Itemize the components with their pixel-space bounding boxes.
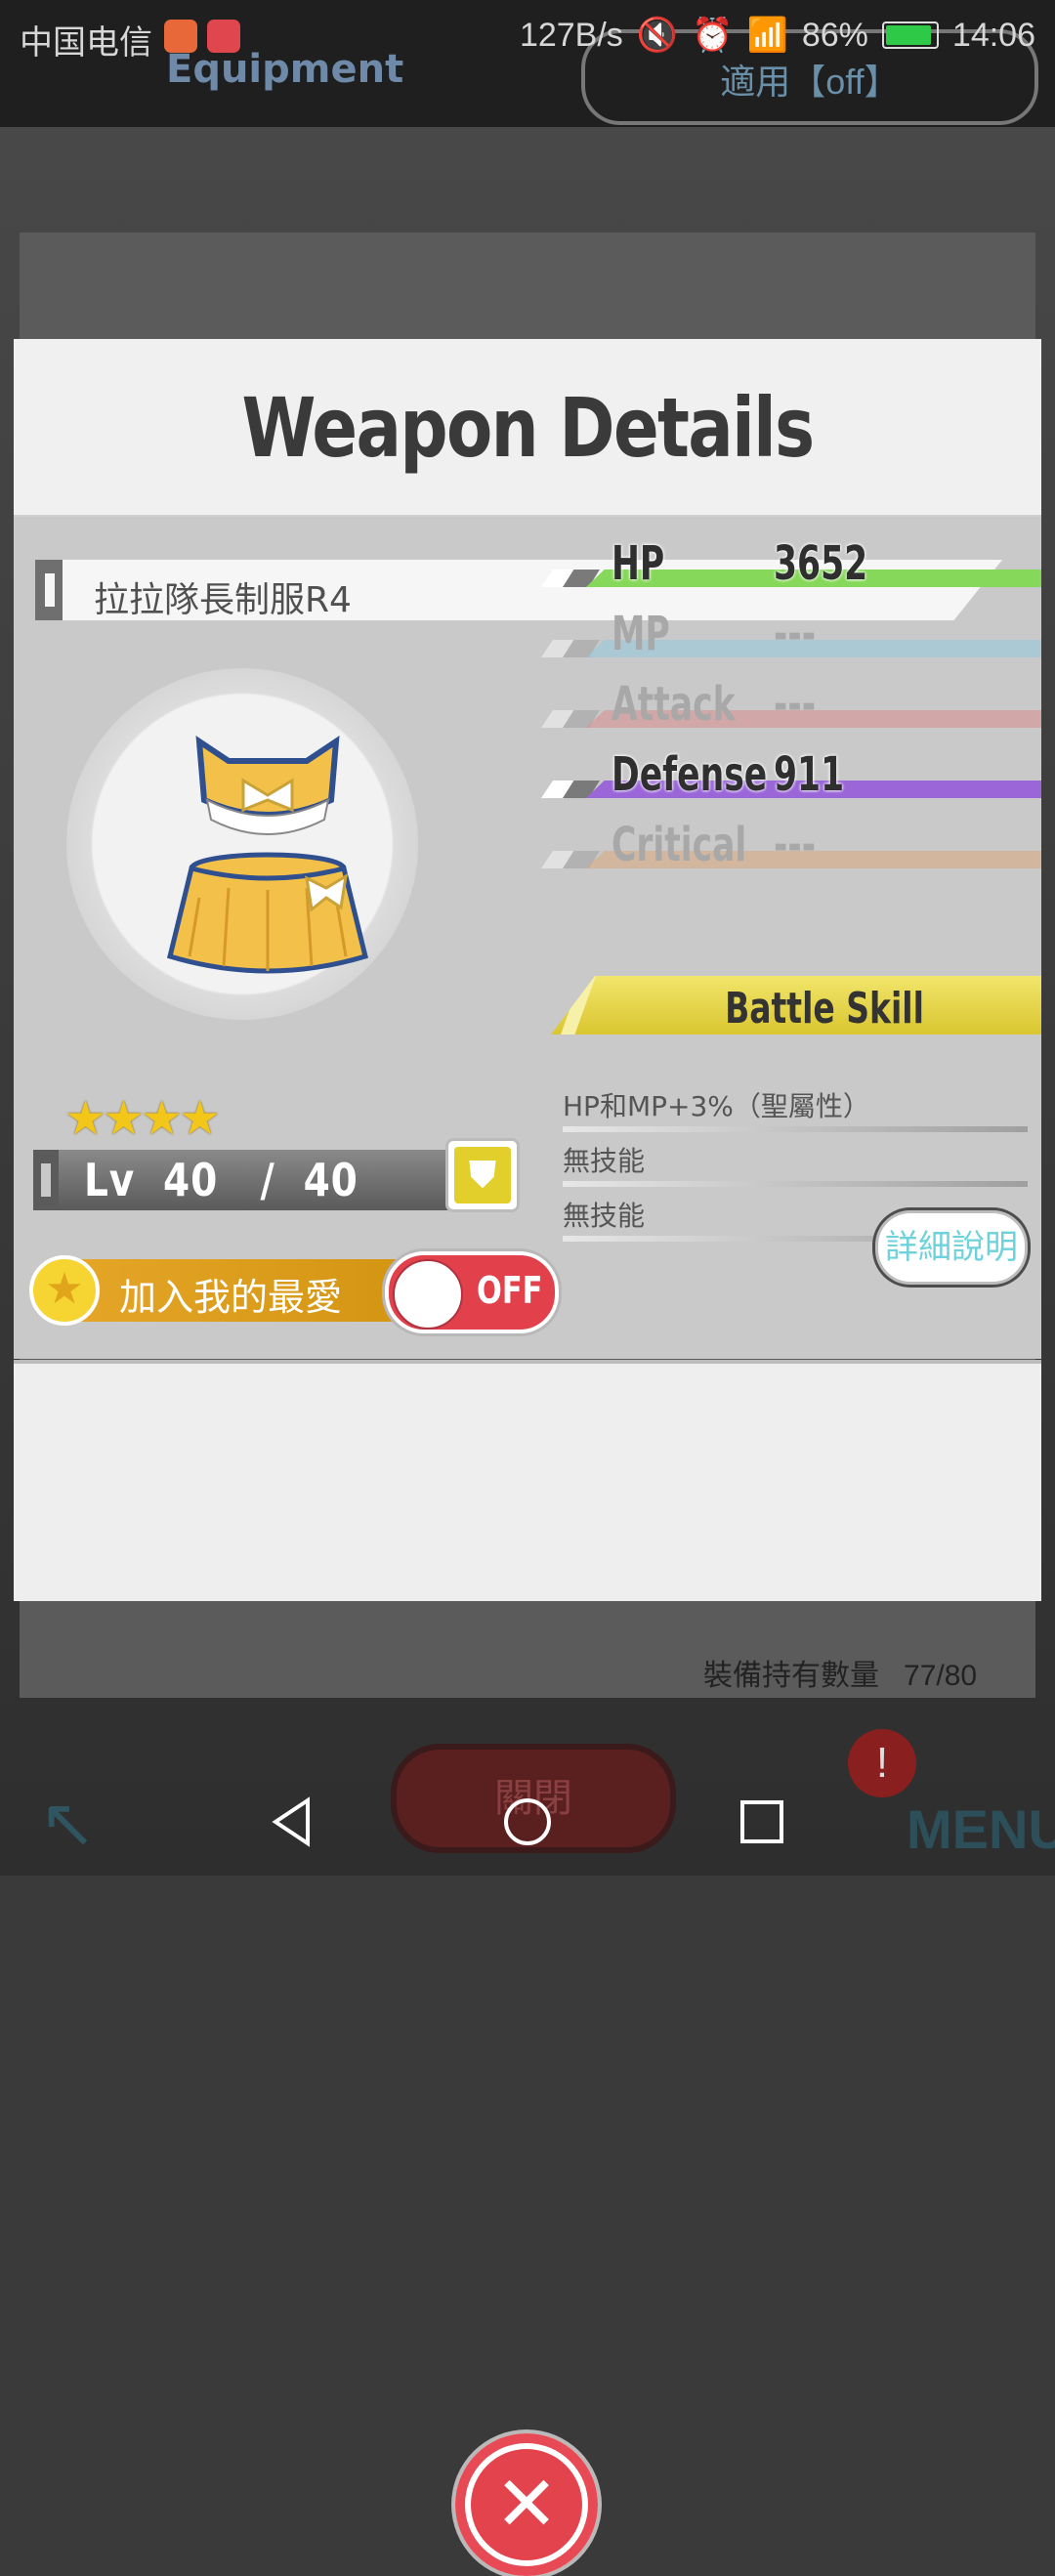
stat-row-attack: Attack ---: [541, 675, 1041, 738]
stat-label: Defense: [612, 747, 768, 802]
equipment-count-label: 裝備持有數量: [703, 1660, 879, 1692]
weapon-details-dialog: Weapon Details 拉拉隊長制服R4 ★★★★ Lv 40 / 40 …: [14, 339, 1041, 2576]
status-right: 127B/s 🔇 ⏰ 📶 86% 14:06: [520, 16, 1035, 55]
back-icon[interactable]: [239, 1768, 347, 1876]
stat-value: 3652: [774, 536, 868, 591]
home-icon[interactable]: [474, 1768, 581, 1876]
clock: 14:06: [951, 16, 1035, 54]
stat-label: HP: [612, 536, 665, 591]
favorite-toggle[interactable]: OFF: [385, 1251, 559, 1333]
notification-icon: [164, 20, 197, 53]
level-prefix: Lv: [84, 1154, 136, 1206]
mail-icon: [207, 20, 240, 53]
dialog-footer: ✕: [14, 1360, 1041, 2576]
level-text: Lv 40 / 40: [84, 1150, 359, 1210]
stat-row-defense: Defense 911: [541, 745, 1041, 808]
mute-icon: 🔇: [636, 17, 679, 54]
stat-row-mp: MP ---: [541, 605, 1041, 667]
alarm-icon: ⏰: [692, 17, 734, 54]
armor-type-button[interactable]: ⛊: [445, 1138, 520, 1212]
skill-header-stripe: [561, 976, 596, 1035]
dialog-body: 拉拉隊長制服R4 ★★★★ Lv 40 / 40 ⛊ ★ 加入我的最愛 OFF …: [14, 517, 1041, 1359]
net-speed: 127B/s: [519, 16, 623, 54]
stat-value: ---: [774, 677, 817, 732]
stat-value: ---: [774, 818, 817, 872]
stat-label: Critical: [612, 818, 747, 872]
level-bar-tab: [33, 1150, 59, 1210]
favorite-star-icon: ★: [29, 1255, 100, 1326]
details-button[interactable]: 詳細說明: [875, 1210, 1028, 1285]
skill-text: HP和MP+3%（聖屬性）: [563, 1090, 870, 1122]
skill-text: 無技能: [563, 1200, 646, 1232]
stat-value: 911: [774, 747, 845, 802]
star-icon: ★: [103, 1093, 145, 1145]
equipment-count-value: 77/80: [904, 1660, 978, 1692]
toggle-state: OFF: [477, 1269, 543, 1312]
skill-line: HP和MP+3%（聖屬性）: [563, 1085, 1030, 1132]
star-icon: ★: [141, 1093, 183, 1145]
skill-text: 無技能: [563, 1145, 646, 1177]
name-bar-tab: [35, 560, 63, 620]
status-bar: 中国电信 127B/s 🔇 ⏰ 📶 86% 14:06: [0, 0, 1055, 73]
dialog-title: Weapon Details: [241, 380, 816, 476]
level-separator: /: [260, 1154, 275, 1206]
battery-icon: [881, 21, 939, 49]
level-max: 40: [303, 1154, 359, 1206]
stat-label: MP: [612, 607, 670, 661]
stat-row-critical: Critical ---: [541, 816, 1041, 878]
stat-label: Attack: [612, 677, 736, 732]
rarity-stars: ★★★★: [64, 1091, 221, 1146]
toggle-knob: [393, 1259, 463, 1330]
wifi-icon: 📶: [746, 17, 788, 54]
star-icon: ★: [64, 1093, 106, 1145]
level-current: 40: [163, 1154, 219, 1206]
cheer-uniform-icon: [167, 736, 368, 974]
star-icon: ★: [179, 1093, 221, 1145]
stat-value: ---: [774, 607, 817, 661]
recents-icon[interactable]: [708, 1768, 816, 1876]
item-name: 拉拉隊長制服R4: [94, 580, 352, 620]
close-button[interactable]: ✕: [455, 2433, 598, 2576]
stat-row-hp: HP 3652: [541, 534, 1041, 597]
battle-skill-title: Battle Skill: [725, 984, 924, 1034]
battery-percent: 86%: [801, 16, 868, 54]
armor-icon: ⛊: [454, 1147, 511, 1204]
navigation-bar: [0, 1768, 1055, 1876]
carrier-label: 中国电信: [20, 24, 152, 62]
equipment-count: 裝備持有數量 77/80: [703, 1651, 977, 1694]
dialog-header: Weapon Details: [14, 339, 1041, 519]
close-icon: ✕: [471, 2449, 582, 2560]
skill-line: 無技能: [563, 1140, 1030, 1187]
favorite-label: 加入我的最愛: [119, 1276, 343, 1319]
